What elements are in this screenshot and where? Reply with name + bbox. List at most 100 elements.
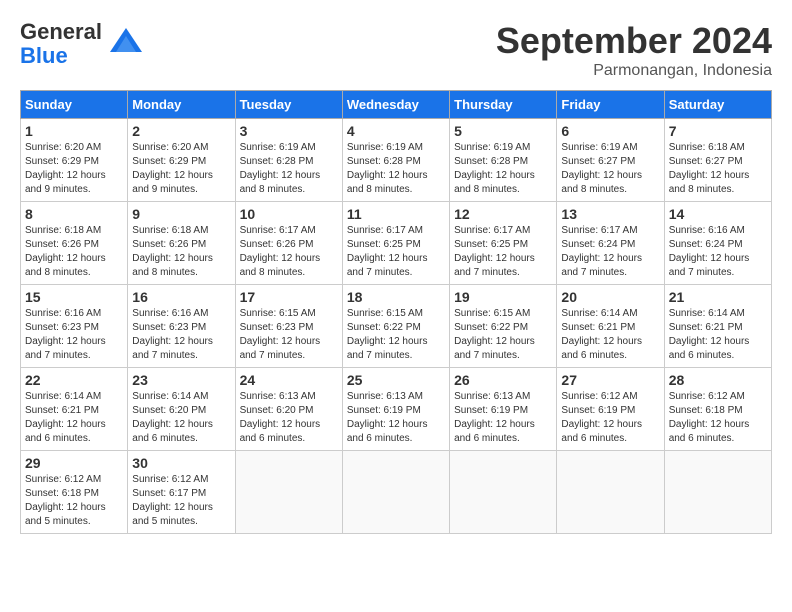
calendar-day-cell: 28 Sunrise: 6:12 AM Sunset: 6:18 PM Dayl… xyxy=(664,368,771,451)
calendar-day-cell: 5 Sunrise: 6:19 AM Sunset: 6:28 PM Dayli… xyxy=(450,119,557,202)
calendar-day-cell: 8 Sunrise: 6:18 AM Sunset: 6:26 PM Dayli… xyxy=(21,202,128,285)
day-number: 25 xyxy=(347,372,445,388)
calendar-day-cell: 30 Sunrise: 6:12 AM Sunset: 6:17 PM Dayl… xyxy=(128,451,235,534)
calendar-week-row: 8 Sunrise: 6:18 AM Sunset: 6:26 PM Dayli… xyxy=(21,202,772,285)
day-info: Sunrise: 6:19 AM Sunset: 6:28 PM Dayligh… xyxy=(347,141,445,197)
calendar-day-cell: 24 Sunrise: 6:13 AM Sunset: 6:20 PM Dayl… xyxy=(235,368,342,451)
day-info: Sunrise: 6:17 AM Sunset: 6:25 PM Dayligh… xyxy=(454,224,552,280)
calendar-day-cell xyxy=(557,451,664,534)
day-info: Sunrise: 6:17 AM Sunset: 6:24 PM Dayligh… xyxy=(561,224,659,280)
day-number: 16 xyxy=(132,289,230,305)
calendar-day-cell: 14 Sunrise: 6:16 AM Sunset: 6:24 PM Dayl… xyxy=(664,202,771,285)
day-number: 7 xyxy=(669,123,767,139)
calendar-day-cell: 27 Sunrise: 6:12 AM Sunset: 6:19 PM Dayl… xyxy=(557,368,664,451)
calendar-table: Sunday Monday Tuesday Wednesday Thursday… xyxy=(20,90,772,534)
calendar-week-row: 15 Sunrise: 6:16 AM Sunset: 6:23 PM Dayl… xyxy=(21,285,772,368)
calendar-day-cell xyxy=(235,451,342,534)
day-number: 24 xyxy=(240,372,338,388)
day-info: Sunrise: 6:19 AM Sunset: 6:28 PM Dayligh… xyxy=(240,141,338,197)
day-number: 5 xyxy=(454,123,552,139)
day-info: Sunrise: 6:16 AM Sunset: 6:23 PM Dayligh… xyxy=(25,307,123,363)
calendar-day-cell: 17 Sunrise: 6:15 AM Sunset: 6:23 PM Dayl… xyxy=(235,285,342,368)
day-number: 3 xyxy=(240,123,338,139)
col-monday: Monday xyxy=(128,91,235,119)
title-block: September 2024 Parmonangan, Indonesia xyxy=(496,20,772,80)
day-number: 9 xyxy=(132,206,230,222)
day-number: 23 xyxy=(132,372,230,388)
day-info: Sunrise: 6:19 AM Sunset: 6:27 PM Dayligh… xyxy=(561,141,659,197)
day-info: Sunrise: 6:18 AM Sunset: 6:27 PM Dayligh… xyxy=(669,141,767,197)
day-number: 12 xyxy=(454,206,552,222)
day-info: Sunrise: 6:13 AM Sunset: 6:19 PM Dayligh… xyxy=(454,390,552,446)
calendar-day-cell: 25 Sunrise: 6:13 AM Sunset: 6:19 PM Dayl… xyxy=(342,368,449,451)
day-info: Sunrise: 6:18 AM Sunset: 6:26 PM Dayligh… xyxy=(132,224,230,280)
col-tuesday: Tuesday xyxy=(235,91,342,119)
day-number: 2 xyxy=(132,123,230,139)
day-number: 20 xyxy=(561,289,659,305)
calendar-day-cell: 15 Sunrise: 6:16 AM Sunset: 6:23 PM Dayl… xyxy=(21,285,128,368)
calendar-day-cell: 18 Sunrise: 6:15 AM Sunset: 6:22 PM Dayl… xyxy=(342,285,449,368)
calendar-day-cell: 22 Sunrise: 6:14 AM Sunset: 6:21 PM Dayl… xyxy=(21,368,128,451)
calendar-day-cell: 12 Sunrise: 6:17 AM Sunset: 6:25 PM Dayl… xyxy=(450,202,557,285)
calendar-day-cell: 20 Sunrise: 6:14 AM Sunset: 6:21 PM Dayl… xyxy=(557,285,664,368)
calendar-week-row: 29 Sunrise: 6:12 AM Sunset: 6:18 PM Dayl… xyxy=(21,451,772,534)
day-info: Sunrise: 6:14 AM Sunset: 6:21 PM Dayligh… xyxy=(669,307,767,363)
day-number: 21 xyxy=(669,289,767,305)
calendar-day-cell: 6 Sunrise: 6:19 AM Sunset: 6:27 PM Dayli… xyxy=(557,119,664,202)
day-number: 28 xyxy=(669,372,767,388)
day-number: 14 xyxy=(669,206,767,222)
logo: General Blue xyxy=(20,20,146,68)
day-number: 11 xyxy=(347,206,445,222)
calendar-day-cell: 23 Sunrise: 6:14 AM Sunset: 6:20 PM Dayl… xyxy=(128,368,235,451)
day-number: 29 xyxy=(25,455,123,471)
day-number: 15 xyxy=(25,289,123,305)
location-subtitle: Parmonangan, Indonesia xyxy=(496,62,772,80)
day-info: Sunrise: 6:16 AM Sunset: 6:23 PM Dayligh… xyxy=(132,307,230,363)
day-info: Sunrise: 6:13 AM Sunset: 6:19 PM Dayligh… xyxy=(347,390,445,446)
day-info: Sunrise: 6:14 AM Sunset: 6:21 PM Dayligh… xyxy=(25,390,123,446)
calendar-day-cell xyxy=(450,451,557,534)
day-number: 17 xyxy=(240,289,338,305)
col-sunday: Sunday xyxy=(21,91,128,119)
calendar-day-cell: 13 Sunrise: 6:17 AM Sunset: 6:24 PM Dayl… xyxy=(557,202,664,285)
day-info: Sunrise: 6:15 AM Sunset: 6:23 PM Dayligh… xyxy=(240,307,338,363)
calendar-day-cell: 1 Sunrise: 6:20 AM Sunset: 6:29 PM Dayli… xyxy=(21,119,128,202)
calendar-day-cell: 7 Sunrise: 6:18 AM Sunset: 6:27 PM Dayli… xyxy=(664,119,771,202)
calendar-day-cell: 16 Sunrise: 6:16 AM Sunset: 6:23 PM Dayl… xyxy=(128,285,235,368)
day-number: 26 xyxy=(454,372,552,388)
calendar-day-cell: 9 Sunrise: 6:18 AM Sunset: 6:26 PM Dayli… xyxy=(128,202,235,285)
day-info: Sunrise: 6:18 AM Sunset: 6:26 PM Dayligh… xyxy=(25,224,123,280)
day-number: 6 xyxy=(561,123,659,139)
calendar-day-cell: 10 Sunrise: 6:17 AM Sunset: 6:26 PM Dayl… xyxy=(235,202,342,285)
logo-icon xyxy=(106,24,146,64)
day-info: Sunrise: 6:17 AM Sunset: 6:25 PM Dayligh… xyxy=(347,224,445,280)
day-info: Sunrise: 6:14 AM Sunset: 6:20 PM Dayligh… xyxy=(132,390,230,446)
page-header: General Blue September 2024 Parmonangan,… xyxy=(20,20,772,80)
day-info: Sunrise: 6:14 AM Sunset: 6:21 PM Dayligh… xyxy=(561,307,659,363)
day-number: 30 xyxy=(132,455,230,471)
day-number: 18 xyxy=(347,289,445,305)
day-number: 8 xyxy=(25,206,123,222)
day-number: 4 xyxy=(347,123,445,139)
calendar-day-cell: 26 Sunrise: 6:13 AM Sunset: 6:19 PM Dayl… xyxy=(450,368,557,451)
col-saturday: Saturday xyxy=(664,91,771,119)
calendar-day-cell: 11 Sunrise: 6:17 AM Sunset: 6:25 PM Dayl… xyxy=(342,202,449,285)
calendar-day-cell: 4 Sunrise: 6:19 AM Sunset: 6:28 PM Dayli… xyxy=(342,119,449,202)
calendar-week-row: 1 Sunrise: 6:20 AM Sunset: 6:29 PM Dayli… xyxy=(21,119,772,202)
month-title: September 2024 xyxy=(496,20,772,62)
calendar-header-row: Sunday Monday Tuesday Wednesday Thursday… xyxy=(21,91,772,119)
day-info: Sunrise: 6:12 AM Sunset: 6:19 PM Dayligh… xyxy=(561,390,659,446)
day-info: Sunrise: 6:12 AM Sunset: 6:18 PM Dayligh… xyxy=(25,473,123,529)
day-info: Sunrise: 6:19 AM Sunset: 6:28 PM Dayligh… xyxy=(454,141,552,197)
calendar-day-cell xyxy=(342,451,449,534)
calendar-day-cell: 29 Sunrise: 6:12 AM Sunset: 6:18 PM Dayl… xyxy=(21,451,128,534)
day-info: Sunrise: 6:15 AM Sunset: 6:22 PM Dayligh… xyxy=(454,307,552,363)
day-number: 22 xyxy=(25,372,123,388)
day-info: Sunrise: 6:17 AM Sunset: 6:26 PM Dayligh… xyxy=(240,224,338,280)
calendar-day-cell: 21 Sunrise: 6:14 AM Sunset: 6:21 PM Dayl… xyxy=(664,285,771,368)
logo-text: General Blue xyxy=(20,20,102,68)
day-info: Sunrise: 6:12 AM Sunset: 6:17 PM Dayligh… xyxy=(132,473,230,529)
day-number: 13 xyxy=(561,206,659,222)
day-number: 10 xyxy=(240,206,338,222)
day-number: 19 xyxy=(454,289,552,305)
